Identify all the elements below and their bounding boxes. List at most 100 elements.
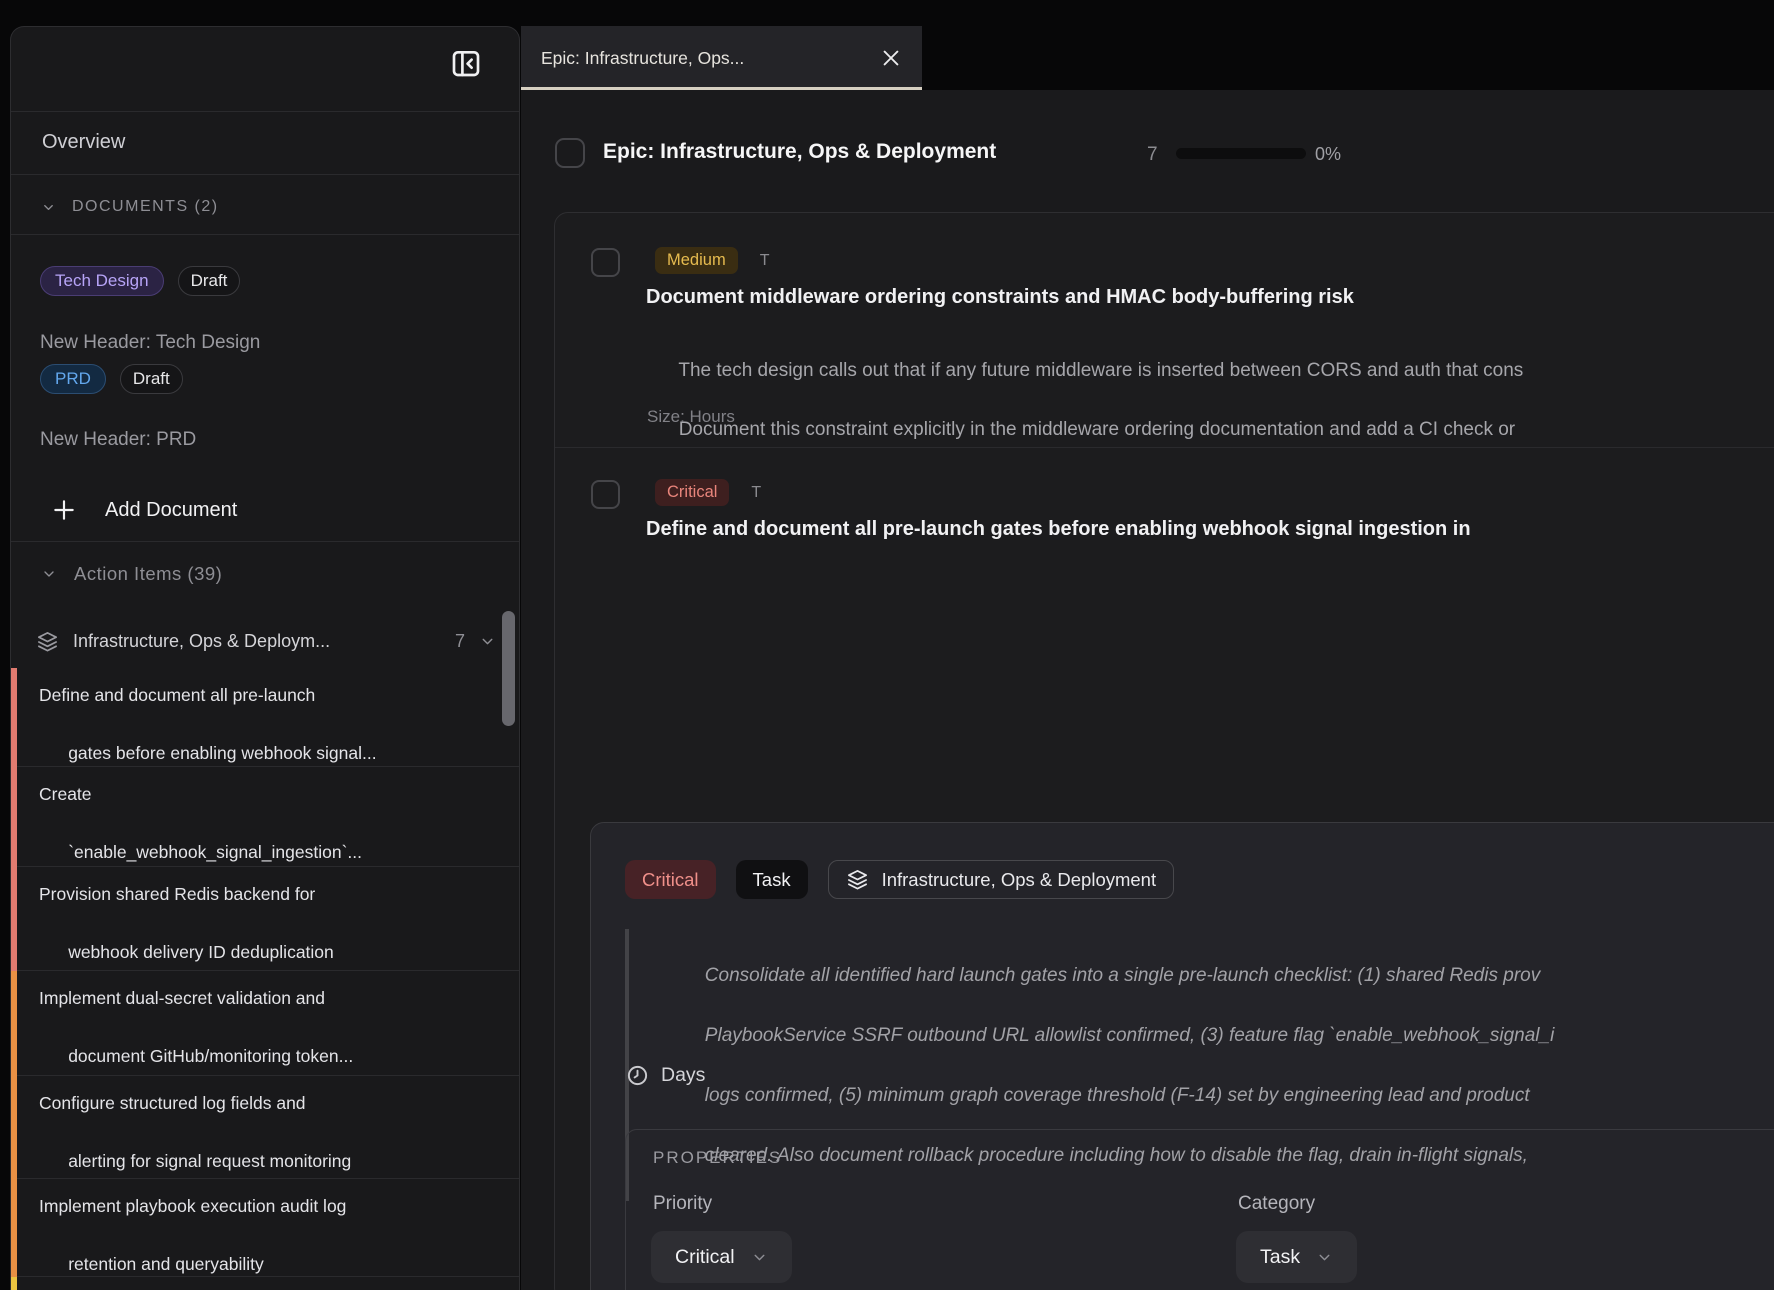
task-title[interactable]: Document middleware ordering constraints…: [646, 286, 1354, 309]
documents-section-header[interactable]: DOCUMENTS (2): [41, 192, 219, 222]
document-item[interactable]: Tech Design Draft: [40, 266, 240, 296]
effort-label: Days: [661, 1064, 705, 1087]
priority-strip: [11, 1179, 17, 1277]
priority-label: Priority: [653, 1193, 712, 1215]
documents-section-label: DOCUMENTS (2): [72, 198, 219, 216]
sidebar-panel: Overview DOCUMENTS (2) Tech Design Draft…: [10, 26, 520, 1290]
chevron-down-icon: [479, 633, 496, 650]
task-card-group: Medium T Document middleware ordering co…: [554, 212, 1774, 1290]
priority-strip: [11, 767, 17, 867]
action-item-row[interactable]: Provision shared Redis backend for webho…: [11, 867, 519, 971]
task-checkbox[interactable]: [591, 480, 620, 509]
action-item-line1: Create: [39, 784, 92, 804]
action-item-line2: gates before enabling webhook signal...: [68, 743, 376, 763]
chevron-down-icon: [41, 200, 56, 215]
panel-badge-row: Critical Task Infrastructure, Ops & Depl…: [625, 860, 1174, 899]
task-detail-panel: Critical Task Infrastructure, Ops & Depl…: [590, 822, 1774, 1290]
epic-progress-label: 0%: [1315, 144, 1341, 165]
action-item-row[interactable]: Configure structured log fields and aler…: [11, 1076, 519, 1179]
action-item-line2: document GitHub/monitoring token...: [68, 1046, 353, 1066]
action-item-row[interactable]: Define and document all pre-launch gates…: [11, 668, 519, 767]
sidebar-scrollbar-thumb[interactable]: [502, 611, 515, 726]
document-item[interactable]: PRD Draft: [40, 364, 183, 394]
action-item-row[interactable]: [11, 1277, 519, 1290]
priority-dropdown[interactable]: Critical: [651, 1231, 792, 1283]
epic-group-count: 7: [455, 631, 465, 652]
properties-box: PROPERTIES Priority Critical Category Ta…: [625, 1129, 1774, 1290]
divider: [11, 541, 519, 542]
chevron-down-icon: [41, 566, 57, 582]
description-line: logs confirmed, (5) minimum graph covera…: [705, 1085, 1530, 1106]
action-item-line2: `enable_webhook_signal_ingestion`...: [68, 842, 362, 862]
effort-row: Days: [626, 1064, 705, 1087]
task-title[interactable]: Define and document all pre-launch gates…: [646, 518, 1471, 541]
action-item-line2: alerting for signal request monitoring: [68, 1151, 351, 1171]
action-item-line1: Define and document all pre-launch: [39, 685, 315, 705]
epic-checkbox[interactable]: [555, 138, 585, 168]
action-item-row[interactable]: Implement dual-secret validation and doc…: [11, 971, 519, 1076]
collapse-sidebar-button[interactable]: [444, 41, 488, 85]
tab-epic-infrastructure[interactable]: Epic: Infrastructure, Ops...: [521, 26, 922, 90]
action-item-row[interactable]: Create `enable_webhook_signal_ingestion`…: [11, 767, 519, 867]
priority-strip: [11, 1076, 17, 1179]
divider: [11, 174, 519, 175]
doc-type-badge: PRD: [40, 364, 106, 394]
epic-group-label: Infrastructure, Ops & Deploym...: [73, 631, 455, 652]
doc-title[interactable]: New Header: PRD: [40, 429, 196, 451]
priority-dropdown-value: Critical: [675, 1246, 735, 1269]
description-line: PlaybookService SSRF outbound URL allowl…: [705, 1025, 1555, 1046]
tab-label: Epic: Infrastructure, Ops...: [541, 48, 880, 69]
category-dropdown-value: Task: [1260, 1246, 1300, 1269]
task-row[interactable]: Medium T Document middleware ordering co…: [555, 213, 1774, 448]
action-item-line1: Provision shared Redis backend for: [39, 884, 315, 904]
task-row-expanded[interactable]: Critical T Define and document all pre-l…: [555, 448, 1774, 1290]
properties-header: PROPERTIES: [653, 1148, 782, 1168]
add-document-button[interactable]: Add Document: [51, 486, 237, 534]
plus-icon: [51, 497, 77, 523]
doc-status-badge: Draft: [120, 364, 183, 394]
task-type-letter: T: [751, 484, 761, 502]
action-item-line2: retention and queryability: [68, 1254, 264, 1274]
doc-status-badge: Draft: [178, 266, 241, 296]
epic-progress-bar: [1176, 148, 1306, 159]
action-item-line1: Implement dual-secret validation and: [39, 988, 325, 1008]
task-type-letter: T: [760, 252, 770, 270]
doc-title[interactable]: New Header: Tech Design: [40, 332, 260, 354]
action-item-line1: Implement playbook execution audit log: [39, 1196, 346, 1216]
task-desc-line1: The tech design calls out that if any fu…: [678, 360, 1523, 381]
panel-priority-badge[interactable]: Critical: [625, 860, 716, 899]
category-dropdown[interactable]: Task: [1236, 1231, 1357, 1283]
chevron-down-icon: [751, 1249, 768, 1266]
chevron-down-icon: [1316, 1249, 1333, 1266]
priority-badge-critical: Critical: [655, 479, 729, 506]
task-checkbox[interactable]: [591, 248, 620, 277]
layers-icon: [36, 630, 59, 653]
layers-icon: [846, 868, 869, 891]
action-item-line2: webhook delivery ID deduplication: [68, 942, 334, 962]
priority-badge-medium: Medium: [655, 247, 738, 274]
panel-epic-badge-label: Infrastructure, Ops & Deployment: [882, 869, 1157, 891]
doc-type-badge: Tech Design: [40, 266, 164, 296]
priority-strip: [11, 867, 17, 971]
priority-strip: [11, 1277, 17, 1290]
panel-category-badge[interactable]: Task: [736, 860, 808, 899]
description-line: Consolidate all identified hard launch g…: [705, 965, 1540, 986]
sidebar-item-overview[interactable]: Overview: [42, 111, 125, 174]
epic-title: Epic: Infrastructure, Ops & Deployment: [603, 140, 996, 164]
action-items-section-header[interactable]: Action Items (39): [41, 559, 222, 589]
add-document-label: Add Document: [105, 499, 237, 522]
task-desc-line2: Document this constraint explicitly in t…: [679, 419, 1515, 440]
collapse-panel-icon: [450, 47, 482, 79]
action-items-section-label: Action Items (39): [74, 563, 222, 585]
priority-strip: [11, 971, 17, 1076]
divider: [11, 234, 519, 235]
category-label: Category: [1238, 1193, 1315, 1215]
action-item-row[interactable]: Implement playbook execution audit log r…: [11, 1179, 519, 1277]
epic-group-row[interactable]: Infrastructure, Ops & Deploym... 7: [36, 627, 496, 655]
close-icon[interactable]: [880, 47, 902, 69]
epic-task-count: 7: [1147, 144, 1158, 166]
panel-epic-badge[interactable]: Infrastructure, Ops & Deployment: [828, 860, 1175, 899]
action-item-line1: Configure structured log fields and: [39, 1093, 306, 1113]
priority-strip: [11, 668, 17, 767]
task-size: Size: Hours: [647, 407, 735, 427]
